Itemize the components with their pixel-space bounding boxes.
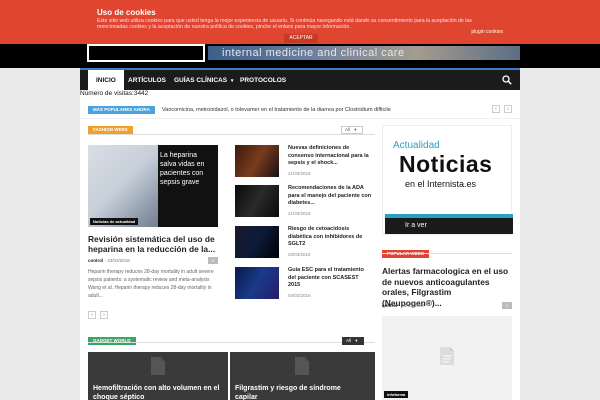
gadget-article-title[interactable]: Hemofiltración con alto volumen en el ch… (93, 384, 223, 400)
fashion-filter-dropdown[interactable]: All ▾ (341, 126, 363, 134)
nav-item-inicio[interactable]: INICIO (88, 70, 124, 91)
gadget-filter-dropdown[interactable]: All ▾ (342, 337, 364, 345)
side-article[interactable]: Nuevas definiciones de consenso internac… (235, 145, 375, 181)
dropdown-value: All (346, 338, 352, 343)
promo-banner[interactable]: Actualidad Noticias en el Internista.es … (382, 125, 513, 235)
cookie-title: Uso de cookies (97, 8, 156, 17)
cookie-policy-link[interactable]: plugin cookies (471, 29, 503, 35)
article-date: 28/12/2013 (401, 303, 424, 308)
section-divider (88, 342, 375, 343)
side-article[interactable]: Riesgo de cetoacidosis diabética con inh… (235, 226, 375, 262)
image-placeholder-icon (440, 347, 454, 365)
side-article-date: 21/03/2016 (288, 171, 311, 176)
ticker-headline[interactable]: Vancomicina, metronidazol, o tolevamer e… (162, 106, 391, 114)
nav-item-protocolos[interactable]: PROTOCOLOS (232, 70, 294, 91)
popular-article-image[interactable]: infofarma (382, 316, 512, 400)
section-divider (88, 134, 375, 135)
nav-item-label: GUÍAS CLÍNICAS (174, 77, 228, 84)
site-logo[interactable] (87, 44, 205, 62)
search-icon[interactable] (502, 75, 512, 85)
gadget-article-card[interactable]: Filgrastim y riesgo de síndrome capilar (230, 352, 375, 400)
side-article-title[interactable]: Nuevas definiciones de consenso internac… (288, 145, 372, 168)
image-placeholder-icon (151, 357, 165, 375)
gadget-article-title[interactable]: Filgrastim y riesgo de síndrome capilar (235, 384, 365, 400)
main-content: MÁS POPULARES AHORA Vancomicina, metroni… (80, 98, 520, 400)
side-article-date: 21/03/2016 (288, 211, 311, 216)
lead-article-meta: control - 23/03/2016 (88, 258, 130, 263)
article-thumbnail[interactable] (235, 185, 279, 217)
comment-count-badge[interactable]: 0 (502, 302, 512, 309)
ticker-next-button[interactable]: › (504, 105, 512, 113)
side-article[interactable]: Recomendaciones de la ADA para el manejo… (235, 185, 375, 221)
cookie-accept-button[interactable]: ACEPTAR (284, 34, 318, 43)
article-author[interactable]: control (88, 258, 103, 263)
news-ticker: MÁS POPULARES AHORA Vancomicina, metroni… (80, 100, 520, 119)
category-badge[interactable]: Noticias de actualidad (90, 218, 139, 225)
promo-headline: Noticias (399, 151, 493, 177)
section-tag-popular-video[interactable]: POPULAR VIDEO (382, 250, 430, 258)
main-nav: INICIO ARTÍCULOS GUÍAS CLÍNICAS ▾ PROTOC… (80, 68, 520, 91)
header-banner: internal medicine and clinical care (208, 46, 520, 60)
category-badge[interactable]: infofarma (384, 391, 409, 398)
side-article-date: 20/03/2016 (288, 252, 311, 257)
ticker-label: MÁS POPULARES AHORA (88, 106, 155, 114)
side-article-title[interactable]: Recomendaciones de la ADA para el manejo… (288, 185, 372, 208)
promo-subtitle: en el Internista.es (405, 179, 477, 189)
dropdown-value: All (345, 127, 351, 132)
side-article-date: 04/02/2016 (288, 293, 311, 298)
ticker-prev-button[interactable]: ‹ (492, 105, 500, 113)
article-thumbnail[interactable] (235, 226, 279, 258)
article-date: 23/03/2016 (107, 258, 130, 263)
side-article[interactable]: Guía ESC para el tratamiento del pacient… (235, 267, 375, 303)
chevron-down-icon: ▾ (354, 127, 357, 132)
article-author[interactable]: control (382, 303, 397, 308)
popular-article-title[interactable]: Alertas farmacologica en el uso de nuevo… (382, 266, 512, 308)
lead-image-caption: La heparina salva vidas en pacientes con… (160, 152, 205, 186)
lead-article-excerpt: Heparin therapy reduces 28-day mortality… (88, 269, 214, 299)
article-thumbnail[interactable] (235, 145, 279, 177)
chevron-down-icon: ▾ (355, 338, 358, 343)
section-tag-fashion-week[interactable]: FASHION WEEK (88, 126, 133, 134)
visit-counter: Número de visitas:3442 (80, 90, 520, 98)
section-tag-gadget-world[interactable]: GADGET WORLD (88, 337, 136, 345)
side-article-title[interactable]: Guía ESC para el tratamiento del pacient… (288, 267, 372, 290)
promo-cta-button[interactable]: Ir a ver (385, 214, 513, 234)
gadget-article-card[interactable]: Hemofiltración con alto volumen en el ch… (88, 352, 228, 400)
article-thumbnail[interactable] (235, 267, 279, 299)
cookie-text: Este sitio web utiliza cookies para que … (97, 18, 472, 30)
image-placeholder-icon (295, 357, 309, 375)
cookie-banner: Uso de cookies Este sitio web utiliza co… (0, 0, 600, 44)
side-article-title[interactable]: Riesgo de cetoacidosis diabética con inh… (288, 226, 372, 249)
section-divider (382, 253, 512, 254)
nav-item-guias-clinicas[interactable]: GUÍAS CLÍNICAS ▾ (166, 70, 241, 91)
fashion-next-button[interactable]: › (100, 311, 108, 319)
comment-count-badge[interactable]: 0 (208, 257, 218, 264)
promo-kicker: Actualidad (393, 140, 440, 151)
lead-article-image[interactable]: La heparina salva vidas en pacientes con… (88, 145, 218, 227)
lead-article-title[interactable]: Revisión sistemática del uso de heparina… (88, 234, 218, 254)
popular-article-meta: control - 28/12/2013 (382, 303, 424, 308)
fashion-prev-button[interactable]: ‹ (88, 311, 96, 319)
